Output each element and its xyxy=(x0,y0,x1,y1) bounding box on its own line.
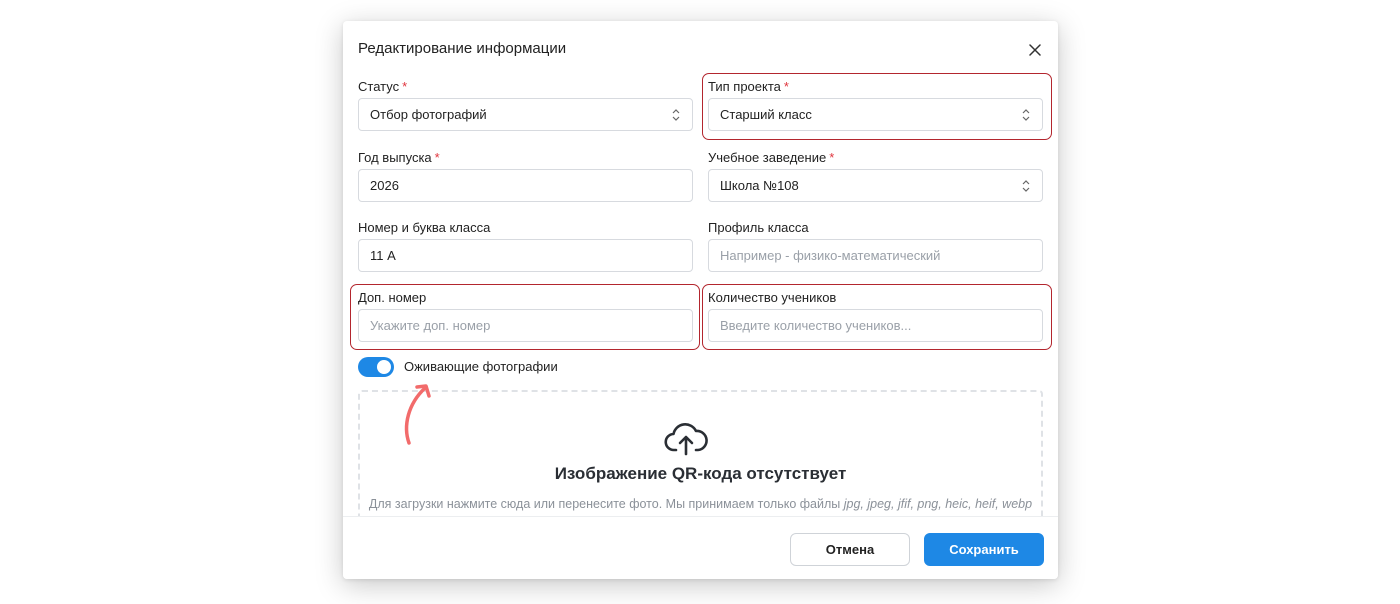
live-photos-label: Оживающие фотографии xyxy=(404,359,558,374)
status-label: Статус * xyxy=(358,79,408,94)
class-profile-placeholder: Например - физико-математический xyxy=(720,248,941,263)
cancel-button[interactable]: Отмена xyxy=(790,533,910,566)
extra-number-input[interactable]: Укажите доп. номер xyxy=(358,309,693,342)
school-value: Школа №108 xyxy=(720,178,799,193)
close-button[interactable] xyxy=(1025,40,1045,60)
school-label: Учебное заведение * xyxy=(708,150,835,165)
modal-footer: Отмена Сохранить xyxy=(343,516,1058,579)
extra-number-placeholder: Укажите доп. номер xyxy=(370,318,491,333)
class-profile-label: Профиль класса xyxy=(708,220,809,235)
dropzone-title: Изображение QR-кода отсутствует xyxy=(554,464,847,483)
chevron-updown-icon xyxy=(1022,109,1030,121)
status-value: Отбор фотографий xyxy=(370,107,487,122)
chevron-updown-icon xyxy=(672,109,680,121)
save-button[interactable]: Сохранить xyxy=(924,533,1044,566)
project-type-label: Тип проекта * xyxy=(708,79,789,94)
project-type-select[interactable]: Старший класс xyxy=(708,98,1043,131)
school-select[interactable]: Школа №108 xyxy=(708,169,1043,202)
dropzone-formats: jpg, jpeg, jfif, png, heic, heif, webp xyxy=(843,497,1033,511)
chevron-updown-icon xyxy=(1022,180,1030,192)
class-number-input[interactable]: 11 А xyxy=(358,239,693,272)
toggle-knob xyxy=(377,360,391,374)
students-count-placeholder: Введите количество учеников... xyxy=(720,318,912,333)
project-type-value: Старший класс xyxy=(720,107,812,122)
graduation-year-input[interactable]: 2026 xyxy=(358,169,693,202)
modal-title: Редактирование информации xyxy=(358,40,567,57)
dropzone-subtitle: Для загрузки нажмите сюда или перенесите… xyxy=(368,497,1033,511)
students-count-label: Количество учеников xyxy=(708,290,837,305)
cloud-upload-icon xyxy=(664,423,708,456)
graduation-year-label: Год выпуска * xyxy=(358,150,440,165)
class-number-value: 11 А xyxy=(370,248,396,263)
students-count-input[interactable]: Введите количество учеников... xyxy=(708,309,1043,342)
class-profile-input[interactable]: Например - физико-математический xyxy=(708,239,1043,272)
extra-number-label: Доп. номер xyxy=(358,290,427,305)
class-number-label: Номер и буква класса xyxy=(358,220,491,235)
annotation-arrow-icon xyxy=(404,384,431,445)
close-icon xyxy=(1029,44,1041,56)
edit-info-modal: Редактирование информации Статус * Отбор … xyxy=(343,21,1058,579)
status-select[interactable]: Отбор фотографий xyxy=(358,98,693,131)
graduation-year-value: 2026 xyxy=(370,178,399,193)
live-photos-toggle[interactable] xyxy=(358,357,394,377)
